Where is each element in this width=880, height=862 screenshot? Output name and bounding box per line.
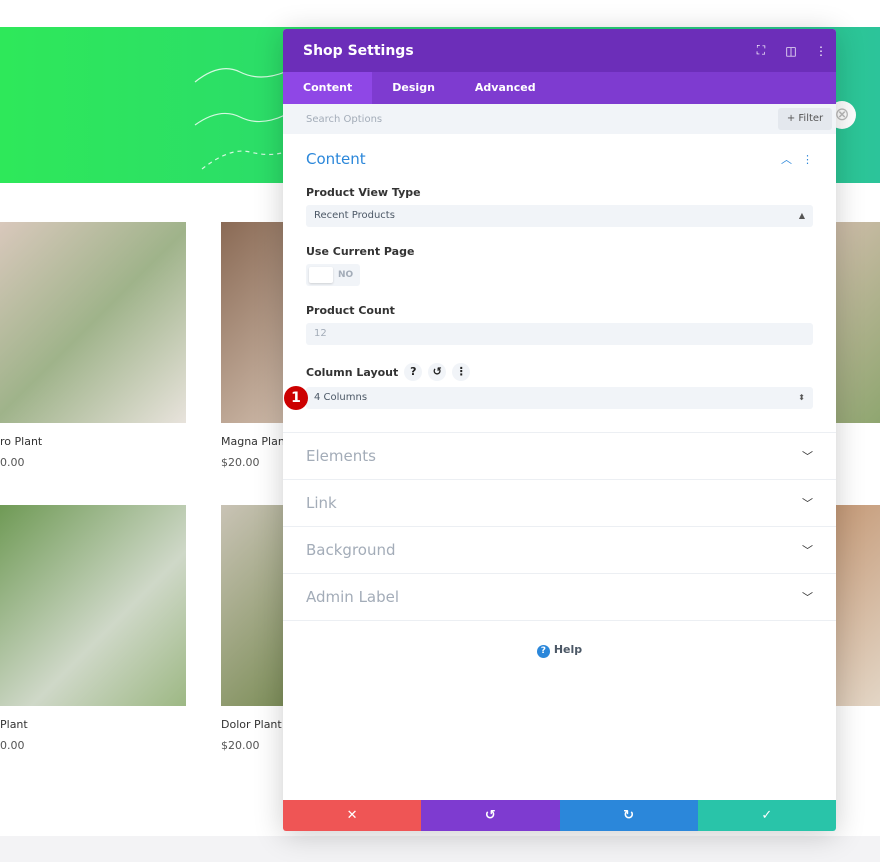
step-marker: 1 [284,386,308,410]
product-name[interactable]: ro Plant [0,435,42,448]
help-icon[interactable]: ? [404,363,423,381]
redo-button[interactable]: ↻ [559,800,698,831]
product-image[interactable] [221,222,283,423]
group-title: Admin Label [306,588,400,606]
split-view-icon[interactable]: ◫ [776,44,806,58]
product-image[interactable] [221,505,283,706]
product-count-input[interactable]: 12 [306,323,813,345]
tab-content[interactable]: Content [283,72,373,104]
fullscreen-icon[interactable]: ⛶ [746,43,776,58]
product-price: 0.00 [0,456,25,469]
select-value: Recent Products [314,210,395,221]
field-label: Column Layout [306,365,399,379]
group-background[interactable]: Background ﹀ [283,526,836,573]
help-label: Help [553,643,583,656]
search-placeholder: Search Options [306,113,383,125]
help-link[interactable]: ? Help [283,643,836,658]
chevron-down-icon: ﹀ [802,450,813,463]
more-options-icon[interactable]: ⋮ [806,44,836,58]
group-title: Elements [306,447,376,465]
search-input[interactable]: Search Options + Filter [283,104,836,134]
input-value: 12 [314,328,327,339]
chevron-down-icon: ﹀ [802,544,813,557]
column-layout-label-row: Column Layout ? ↺ ⋮ [306,363,813,381]
section-title: Content [306,150,366,168]
filter-button[interactable]: + Filter [778,108,832,130]
field-label: Product View Type [306,186,421,199]
select-value: 4 Columns [314,392,368,403]
field-label: Product Count [306,304,395,317]
toggle-value: NO [338,270,354,280]
cancel-button[interactable]: ✕ [283,800,422,831]
product-image[interactable] [0,222,186,423]
group-title: Link [306,494,337,512]
help-icon: ? [536,645,550,658]
chevron-down-icon: ﹀ [802,591,813,604]
undo-button[interactable]: ↺ [421,800,560,831]
more-options-icon[interactable]: ⋮ [802,153,813,166]
group-elements[interactable]: Elements ﹀ [283,432,836,479]
panel-header[interactable]: Shop Settings ⛶ ◫ ⋮ [283,29,836,72]
page-footer [0,836,880,862]
field-label: Use Current Page [306,245,415,258]
product-name[interactable]: Magna Plant [221,435,289,448]
product-image[interactable] [836,505,880,706]
group-link[interactable]: Link ﹀ [283,479,836,526]
product-name[interactable]: Plant [0,718,28,731]
product-price: $20.00 [221,739,260,752]
product-name[interactable]: Dolor Plant [221,718,282,731]
section-header-content[interactable]: Content ︿ ⋮ [306,150,813,168]
product-price: $20.00 [221,456,260,469]
use-current-page-toggle[interactable]: NO [306,264,360,286]
product-image[interactable] [0,505,186,706]
panel-title: Shop Settings [303,42,414,59]
reset-icon[interactable]: ↺ [428,363,447,381]
column-layout-select[interactable]: 1 4 Columns ⬍ [284,386,813,410]
product-price: 0.00 [0,739,25,752]
product-image[interactable] [836,222,880,423]
more-options-icon[interactable]: ⋮ [452,363,471,381]
product-view-type-select[interactable]: Recent Products ▲ [306,205,813,227]
save-button[interactable]: ✓ [697,800,836,831]
chevron-down-icon: ﹀ [802,497,813,510]
settings-panel: Shop Settings ⛶ ◫ ⋮ Content Design Advan… [283,29,836,831]
select-arrows-icon: ▲ [798,211,805,220]
select-arrows-icon: ⬍ [798,393,805,402]
group-title: Background [306,541,396,559]
chevron-up-icon[interactable]: ︿ [781,151,792,167]
group-admin-label[interactable]: Admin Label ﹀ [283,573,836,620]
tab-design[interactable]: Design [372,72,455,104]
tab-advanced[interactable]: Advanced [455,72,556,104]
